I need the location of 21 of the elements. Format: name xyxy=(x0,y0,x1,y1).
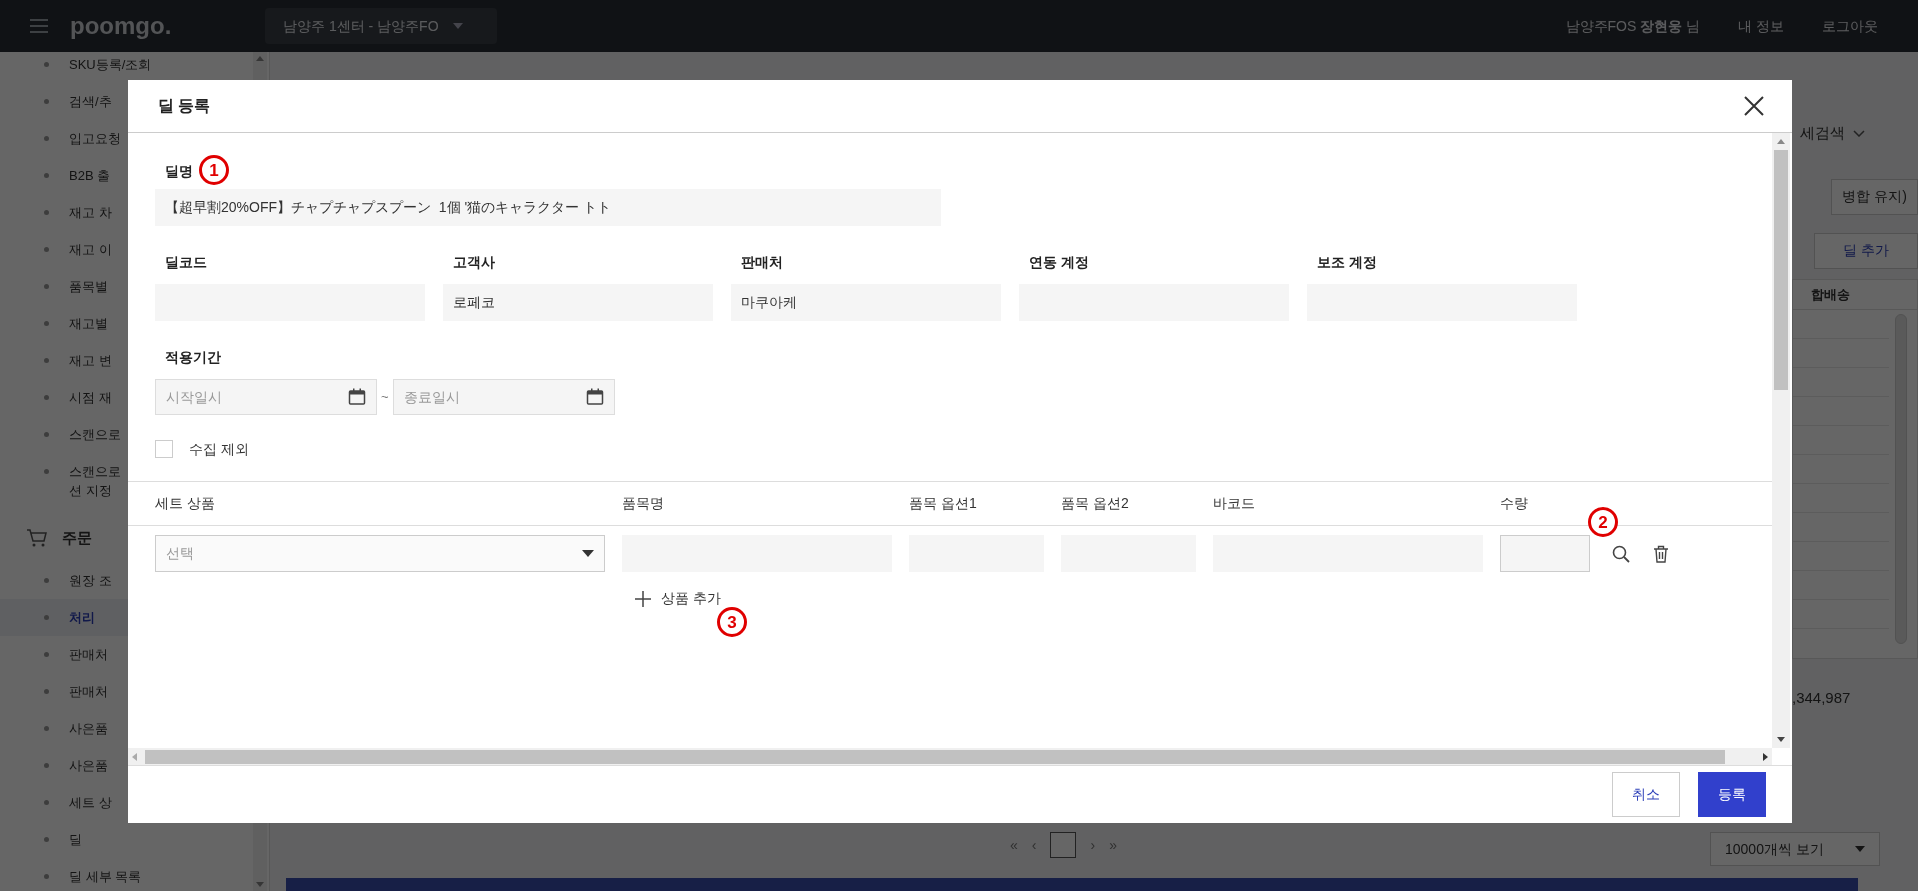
total-count: ,344,987 xyxy=(1792,687,1851,708)
column-header: 수량 xyxy=(1500,494,1529,513)
column-header: 품목 옵션2 xyxy=(1061,494,1130,513)
checkbox-label: 수집 제외 xyxy=(189,439,249,459)
logo: poomgo. xyxy=(70,11,173,41)
column-header: 바코드 xyxy=(1213,494,1256,513)
column-header: 합배송 xyxy=(1793,279,1917,310)
user-name: 남양주FOS 장현웅 님 xyxy=(1565,16,1701,36)
field-label: 보조 계정 xyxy=(1317,253,1377,272)
field-label: 적용기간 xyxy=(165,348,221,367)
column-header: 세트 상품 xyxy=(155,494,216,513)
field-label: 고객사 xyxy=(453,253,495,272)
field-label: 딜코드 xyxy=(165,253,207,272)
column-header: 품목명 xyxy=(622,494,665,513)
column-header: 품목 옵션1 xyxy=(909,494,978,513)
field-label: 연동 계정 xyxy=(1029,253,1089,272)
field-label: 딜명 xyxy=(165,162,193,181)
field-label: 판매처 xyxy=(741,253,783,272)
modal-title: 딜 등록 xyxy=(158,96,211,116)
range-separator: ~ xyxy=(381,388,389,407)
section-title: 주문 xyxy=(62,528,92,548)
